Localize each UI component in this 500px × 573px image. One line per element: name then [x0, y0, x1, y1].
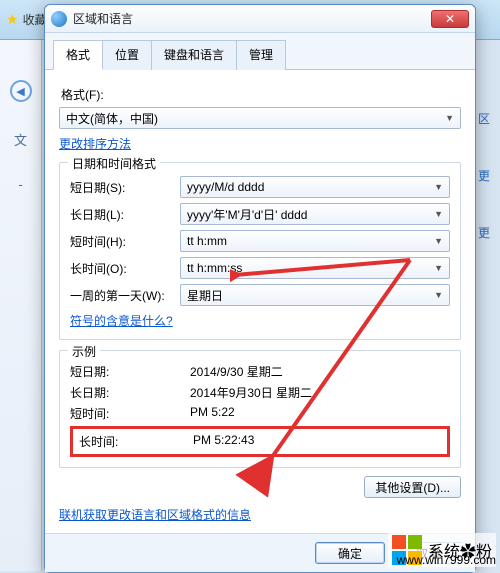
bg-frag-2: 更 [478, 167, 500, 184]
chevron-down-icon: ▼ [445, 113, 454, 123]
symbol-meaning-link[interactable]: 符号的含意是什么? [70, 312, 450, 329]
bg-frag-3: 更 [478, 224, 500, 241]
chevron-down-icon: ▼ [434, 263, 443, 273]
dialog-titlebar[interactable]: 区域和语言 ✕ [45, 5, 475, 33]
first-day-label: 一周的第一天(W): [70, 287, 180, 304]
format-combo[interactable]: 中文(简体，中国) ▼ [59, 107, 461, 129]
favorite-star-icon: ★ [6, 11, 19, 28]
tab-content-format: 格式(F): 中文(简体，中国) ▼ 更改排序方法 日期和时间格式 短日期(S)… [45, 70, 475, 533]
dialog-title: 区域和语言 [73, 10, 431, 27]
long-date-value: yyyy'年'M'月'd'日' dddd [187, 206, 307, 223]
online-info-link[interactable]: 联机获取更改语言和区域格式的信息 [59, 506, 461, 523]
short-time-combo[interactable]: tt h:mm ▼ [180, 230, 450, 252]
tab-strip: 格式 位置 键盘和语言 管理 [45, 33, 475, 70]
left-toolbar-dash: - [18, 177, 22, 192]
chevron-down-icon: ▼ [434, 236, 443, 246]
ex-short-time-value: PM 5:22 [190, 405, 450, 422]
tab-keyboard[interactable]: 键盘和语言 [151, 40, 237, 70]
favorite-label: 收藏 [23, 11, 47, 28]
ex-long-date-value: 2014年9月30日 星期二 [190, 384, 450, 401]
ok-button[interactable]: 确定 [315, 542, 385, 564]
chevron-down-icon: ▼ [434, 182, 443, 192]
group-example: 示例 短日期: 2014/9/30 星期二 长日期: 2014年9月30日 星期… [59, 350, 461, 468]
long-time-value: tt h:mm:ss [187, 261, 242, 275]
highlight-long-time: 长时间: PM 5:22:43 [70, 426, 450, 457]
close-button[interactable]: ✕ [431, 10, 469, 28]
left-toolbar-item[interactable]: 文 [14, 130, 27, 149]
ex-short-date-label: 短日期: [70, 363, 190, 380]
ex-long-time-label: 长时间: [79, 433, 193, 450]
long-time-combo[interactable]: tt h:mm:ss ▼ [180, 257, 450, 279]
region-language-dialog: 区域和语言 ✕ 格式 位置 键盘和语言 管理 格式(F): 中文(简体，中国) … [44, 4, 476, 573]
short-time-value: tt h:mm [187, 234, 227, 248]
bg-frag-1: 区 [478, 110, 500, 127]
watermark-url: www.win7999.com [397, 553, 496, 567]
long-date-combo[interactable]: yyyy'年'M'月'd'日' dddd ▼ [180, 203, 450, 225]
change-sort-link[interactable]: 更改排序方法 [59, 135, 461, 152]
globe-icon [51, 11, 67, 27]
tab-admin[interactable]: 管理 [236, 40, 286, 70]
nav-circle-icon[interactable]: ◀ [10, 80, 32, 102]
long-time-label: 长时间(O): [70, 260, 180, 277]
long-date-label: 长日期(L): [70, 206, 180, 223]
short-date-combo[interactable]: yyyy/M/d dddd ▼ [180, 176, 450, 198]
ex-short-date-value: 2014/9/30 星期二 [190, 363, 450, 380]
short-time-label: 短时间(H): [70, 233, 180, 250]
ex-short-time-label: 短时间: [70, 405, 190, 422]
ex-long-date-label: 长日期: [70, 384, 190, 401]
ex-long-time-value: PM 5:22:43 [193, 433, 254, 450]
first-day-value: 星期日 [187, 287, 223, 304]
group-datetime-title: 日期和时间格式 [68, 155, 160, 172]
group-example-title: 示例 [68, 343, 100, 360]
other-settings-button[interactable]: 其他设置(D)... [364, 476, 461, 498]
format-combo-value: 中文(简体，中国) [66, 110, 158, 127]
format-label: 格式(F): [61, 86, 461, 103]
group-datetime-format: 日期和时间格式 短日期(S): yyyy/M/d dddd ▼ 长日期(L): … [59, 162, 461, 340]
short-date-label: 短日期(S): [70, 179, 180, 196]
left-toolbar: ◀ 文 - [0, 40, 42, 571]
tab-location[interactable]: 位置 [102, 40, 152, 70]
chevron-down-icon: ▼ [434, 209, 443, 219]
first-day-combo[interactable]: 星期日 ▼ [180, 284, 450, 306]
background-page-fragment: 区 更 更 [478, 60, 500, 480]
short-date-value: yyyy/M/d dddd [187, 180, 264, 194]
chevron-down-icon: ▼ [434, 290, 443, 300]
tab-format[interactable]: 格式 [53, 40, 103, 70]
